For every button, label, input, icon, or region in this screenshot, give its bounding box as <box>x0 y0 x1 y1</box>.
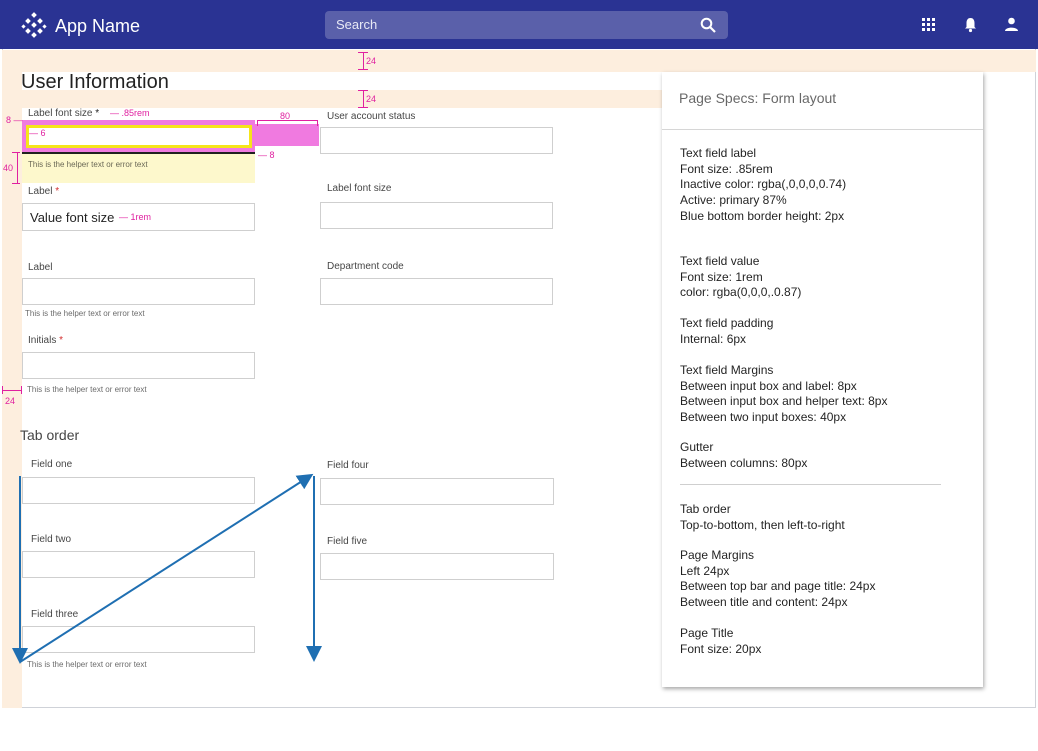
spec-gutter: Gutter Between columns: 80px <box>680 440 808 470</box>
spec-page-margins: Page Margins Left 24px Between top bar and… <box>680 548 876 610</box>
specs-panel: Page Specs: Form layout Text field label… <box>662 72 983 687</box>
specs-title: Page Specs: Form layout <box>679 90 837 106</box>
spec-text-field-padding: Text field padding Internal: 6px <box>680 316 774 346</box>
spec-text-field-value: Text field value Font size: 1rem color: rg… <box>680 254 802 300</box>
spec-text-field-margins: Text field Margins Between input box and … <box>680 363 888 425</box>
spec-tab-order: Tab order Top-to-bottom, then left-to-rig… <box>680 502 845 532</box>
specs-divider-2 <box>680 484 941 485</box>
arrow-diagonal <box>19 473 314 663</box>
spec-text-field-label: Text field label Font size: .85rem Inactiv… <box>680 146 847 223</box>
specs-divider <box>662 129 983 130</box>
spec-page-title: Page Title Font size: 20px <box>680 626 762 656</box>
